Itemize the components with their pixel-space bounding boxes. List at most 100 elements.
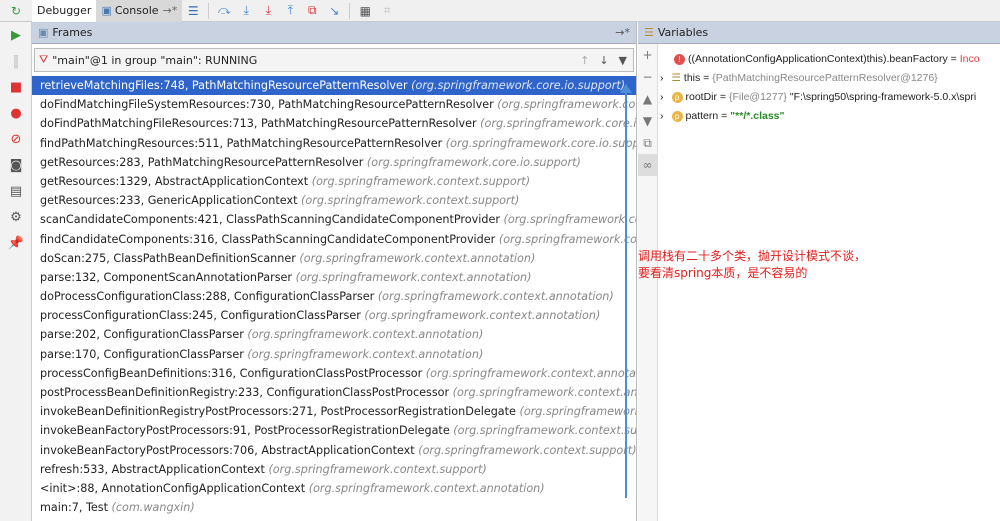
frame-row[interactable]: getResources:233, GenericApplicationCont… <box>32 191 636 210</box>
frame-package: (com.wangxin) <box>111 501 195 515</box>
camera-icon[interactable]: ◙ <box>0 152 32 178</box>
step-out-icon[interactable]: ⤒ <box>280 1 300 21</box>
frame-package: (org.springframework.context.support) <box>268 462 487 476</box>
frame-row[interactable]: getResources:283, PathMatchingResourcePa… <box>32 153 636 172</box>
down-arrow-icon[interactable]: ↓ <box>599 54 608 67</box>
mute-breakpoints-icon[interactable]: ⊘ <box>0 126 32 152</box>
filter-icon[interactable]: ▼ <box>619 54 627 67</box>
remove-watch-icon[interactable]: − <box>638 66 657 88</box>
layout-icon[interactable]: ▤ <box>0 178 32 204</box>
frame-method: getResources:233, GenericApplicationCont… <box>40 194 298 208</box>
show-watches-icon[interactable]: ∞ <box>638 154 657 176</box>
var-eq: = <box>947 53 960 65</box>
step-into-icon[interactable]: ⤓ <box>236 1 256 21</box>
move-down-icon[interactable]: ▼ <box>638 110 657 132</box>
up-arrow-icon[interactable]: ↑ <box>580 54 589 67</box>
thread-label: "main"@1 in group "main": RUNNING <box>52 53 258 67</box>
variables-header: ☰ Variables <box>638 22 1000 44</box>
frame-package: (org.springframework.core.io.support) <box>480 117 636 131</box>
variable-rootdir[interactable]: › p rootDir = {File@1277} "F:\spring50\spr… <box>660 88 976 107</box>
frames-panel: ▣ Frames →* ⛛ "main"@1 in group "main": RU… <box>32 22 637 521</box>
frame-row[interactable]: refresh:533, AbstractApplicationContext … <box>32 460 636 479</box>
evaluate-icon[interactable]: ▦ <box>355 1 375 21</box>
view-breakpoints-icon[interactable]: ● <box>0 100 32 126</box>
frame-row[interactable]: parse:170, ConfigurationClassParser (org… <box>32 345 636 364</box>
step-over-icon[interactable]: ⤼ <box>214 1 234 21</box>
frame-row[interactable]: doFindMatchingFileSystemResources:730, P… <box>32 95 636 114</box>
frame-method: postProcessBeanDefinitionRegistry:233, C… <box>40 386 450 399</box>
annotation-note: 调用栈有二十多个类，抛开设计模式不谈，要看清spring本质，是不容易的 <box>638 249 867 280</box>
frame-row[interactable]: processConfigurationClass:245, Configura… <box>32 306 636 325</box>
drop-frame-icon[interactable]: ⧉ <box>302 1 322 21</box>
var-name: pattern <box>685 110 719 122</box>
expand-icon[interactable]: › <box>660 110 664 122</box>
thread-icon: ⛛ <box>39 53 49 66</box>
run-to-cursor-icon[interactable]: ↘ <box>324 1 344 21</box>
frame-row[interactable]: parse:132, ComponentScanAnnotationParser… <box>32 268 636 287</box>
resume-icon[interactable]: ▶ <box>0 22 32 48</box>
frame-package: (org.springframework.context.annotation) <box>452 386 636 399</box>
console-icon: ▣ <box>101 4 112 17</box>
frame-row[interactable]: parse:202, ConfigurationClassParser (org… <box>32 325 636 344</box>
var-eq: = <box>700 72 713 84</box>
tab-console[interactable]: ▣ Console →* <box>96 0 183 22</box>
expand-icon[interactable]: › <box>660 91 664 103</box>
tab-debugger[interactable]: Debugger <box>32 0 97 22</box>
frame-row[interactable]: postProcessBeanDefinitionRegistry:233, C… <box>32 383 636 402</box>
frame-method: doFindMatchingFileSystemResources:730, P… <box>40 98 494 112</box>
frame-row[interactable]: doScan:275, ClassPathBeanDefinitionScann… <box>32 249 636 268</box>
frame-row[interactable]: invokeBeanDefinitionRegistryPostProcesso… <box>32 402 636 421</box>
frame-row[interactable]: findCandidateComponents:316, ClassPathSc… <box>32 230 636 249</box>
frame-row[interactable]: scanCandidateComponents:421, ClassPathSc… <box>32 210 636 229</box>
var-value: Inco <box>959 53 980 65</box>
thread-selector[interactable]: ⛛ "main"@1 in group "main": RUNNING ↑ ↓ ▼ <box>34 48 634 72</box>
frame-method: refresh:533, AbstractApplicationContext <box>40 462 265 476</box>
frame-row[interactable]: retrieveMatchingFiles:748, PathMatchingR… <box>32 76 636 96</box>
frame-method: invokeBeanFactoryPostProcessors:91, Post… <box>40 424 450 438</box>
frame-row[interactable]: doFindPathMatchingFileResources:713, Pat… <box>32 114 636 133</box>
frame-package: (org.springframework.context.annotation) <box>295 270 532 284</box>
variable-this[interactable]: › ☰ this = {PathMatchingResourcePatternRes… <box>660 69 938 88</box>
force-step-into-icon[interactable]: ⤓ <box>258 1 278 21</box>
frame-method: invokeBeanDefinitionRegistryPostProcesso… <box>40 405 516 419</box>
variables-sidebar: + − ▲ ▼ ⧉ ∞ <box>638 44 658 521</box>
var-eq: = <box>717 91 729 103</box>
frame-row[interactable]: main:7, Test (com.wangxin) <box>32 498 636 517</box>
frame-row[interactable]: <init>:88, AnnotationConfigApplicationCo… <box>32 479 636 498</box>
var-value: "F:\spring50\spring-framework-5.0.x\spri <box>786 91 977 103</box>
hide-icon[interactable]: →* <box>615 26 636 39</box>
var-name: this <box>683 72 701 84</box>
expand-icon[interactable]: › <box>660 72 664 84</box>
rerun-icon[interactable]: ↻ <box>1 1 31 21</box>
frames-list-icon[interactable]: ☰ <box>183 1 203 21</box>
frame-row[interactable]: findPathMatchingResources:511, PathMatch… <box>32 134 636 153</box>
frame-package: (org.springframework.core.io.support) <box>366 155 581 169</box>
stop-icon[interactable]: ■ <box>0 74 32 100</box>
settings-icon[interactable]: ⚙ <box>0 204 32 230</box>
frame-method: getResources:1329, AbstractApplicationCo… <box>40 174 309 188</box>
frame-row[interactable]: invokeBeanFactoryPostProcessors:706, Abs… <box>32 441 636 460</box>
frame-row[interactable]: doProcessConfigurationClass:288, Configu… <box>32 287 636 306</box>
frame-row[interactable]: invokeBeanFactoryPostProcessors:91, Post… <box>32 421 636 440</box>
frame-package: (org.springframework.context.support) <box>311 174 531 188</box>
frame-package: (org.springframework.context.annotation) <box>498 232 636 246</box>
divider <box>349 2 351 19</box>
var-eq: = <box>718 110 731 122</box>
frame-package: (org.springframework.context.support) <box>453 424 636 438</box>
frame-method: processConfigBeanDefinitions:316, Config… <box>40 366 423 380</box>
frame-row[interactable]: processConfigBeanDefinitions:316, Config… <box>32 364 636 383</box>
frame-row[interactable]: getResources:1329, AbstractApplicationCo… <box>32 172 636 191</box>
trace-icon[interactable]: ⌗ <box>377 1 397 21</box>
copy-icon[interactable]: ⧉ <box>638 132 657 154</box>
parameter-icon: p <box>671 111 683 122</box>
pin-tab-icon[interactable]: 📌 <box>0 230 32 256</box>
add-watch-icon[interactable]: + <box>638 44 657 66</box>
pause-icon[interactable]: ‖ <box>0 48 32 74</box>
variable-error[interactable]: ! ((AnnotationConfigApplicationContext)th… <box>674 50 980 69</box>
move-up-icon[interactable]: ▲ <box>638 88 657 110</box>
frame-method: retrieveMatchingFiles:748, PathMatchingR… <box>40 79 408 92</box>
variable-pattern[interactable]: › p pattern = "**/*.class" <box>660 107 785 126</box>
frame-package: (org.springframework.context.support) <box>301 194 520 208</box>
frame-package: (org.springframework.context.annotation) <box>503 213 637 227</box>
frame-method: parse:202, ConfigurationClassParser <box>40 328 244 342</box>
